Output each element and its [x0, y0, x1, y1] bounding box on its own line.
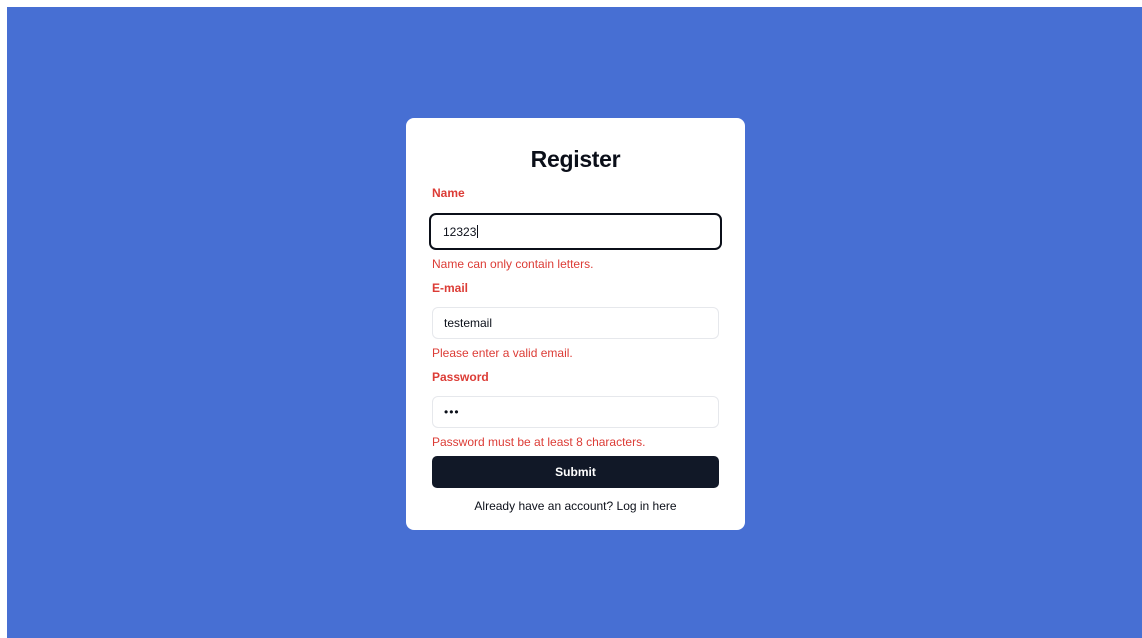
name-label: Name — [432, 186, 465, 200]
password-error: Password must be at least 8 characters. — [432, 435, 646, 449]
login-link[interactable]: Log in here — [617, 499, 677, 513]
email-label: E-mail — [432, 281, 469, 295]
submit-button[interactable]: Submit — [432, 456, 719, 488]
password-field[interactable]: ••• — [432, 396, 719, 428]
password-label: Password — [432, 370, 489, 384]
name-field-value: 12323 — [443, 224, 477, 239]
register-card: Register Name 12323 Name can only contai… — [406, 118, 745, 530]
login-prompt-text: Already have an account? — [474, 499, 617, 513]
login-prompt: Already have an account? Log in here — [432, 499, 719, 513]
text-caret — [477, 225, 479, 238]
password-field-value: ••• — [444, 405, 460, 419]
name-error: Name can only contain letters. — [432, 257, 594, 271]
email-error: Please enter a valid email. — [432, 346, 573, 360]
name-field[interactable]: 12323 — [429, 213, 722, 250]
page-background: Register Name 12323 Name can only contai… — [7, 7, 1142, 638]
email-field-value: testemail — [444, 316, 493, 330]
email-field[interactable]: testemail — [432, 307, 719, 339]
page-title: Register — [530, 146, 621, 172]
